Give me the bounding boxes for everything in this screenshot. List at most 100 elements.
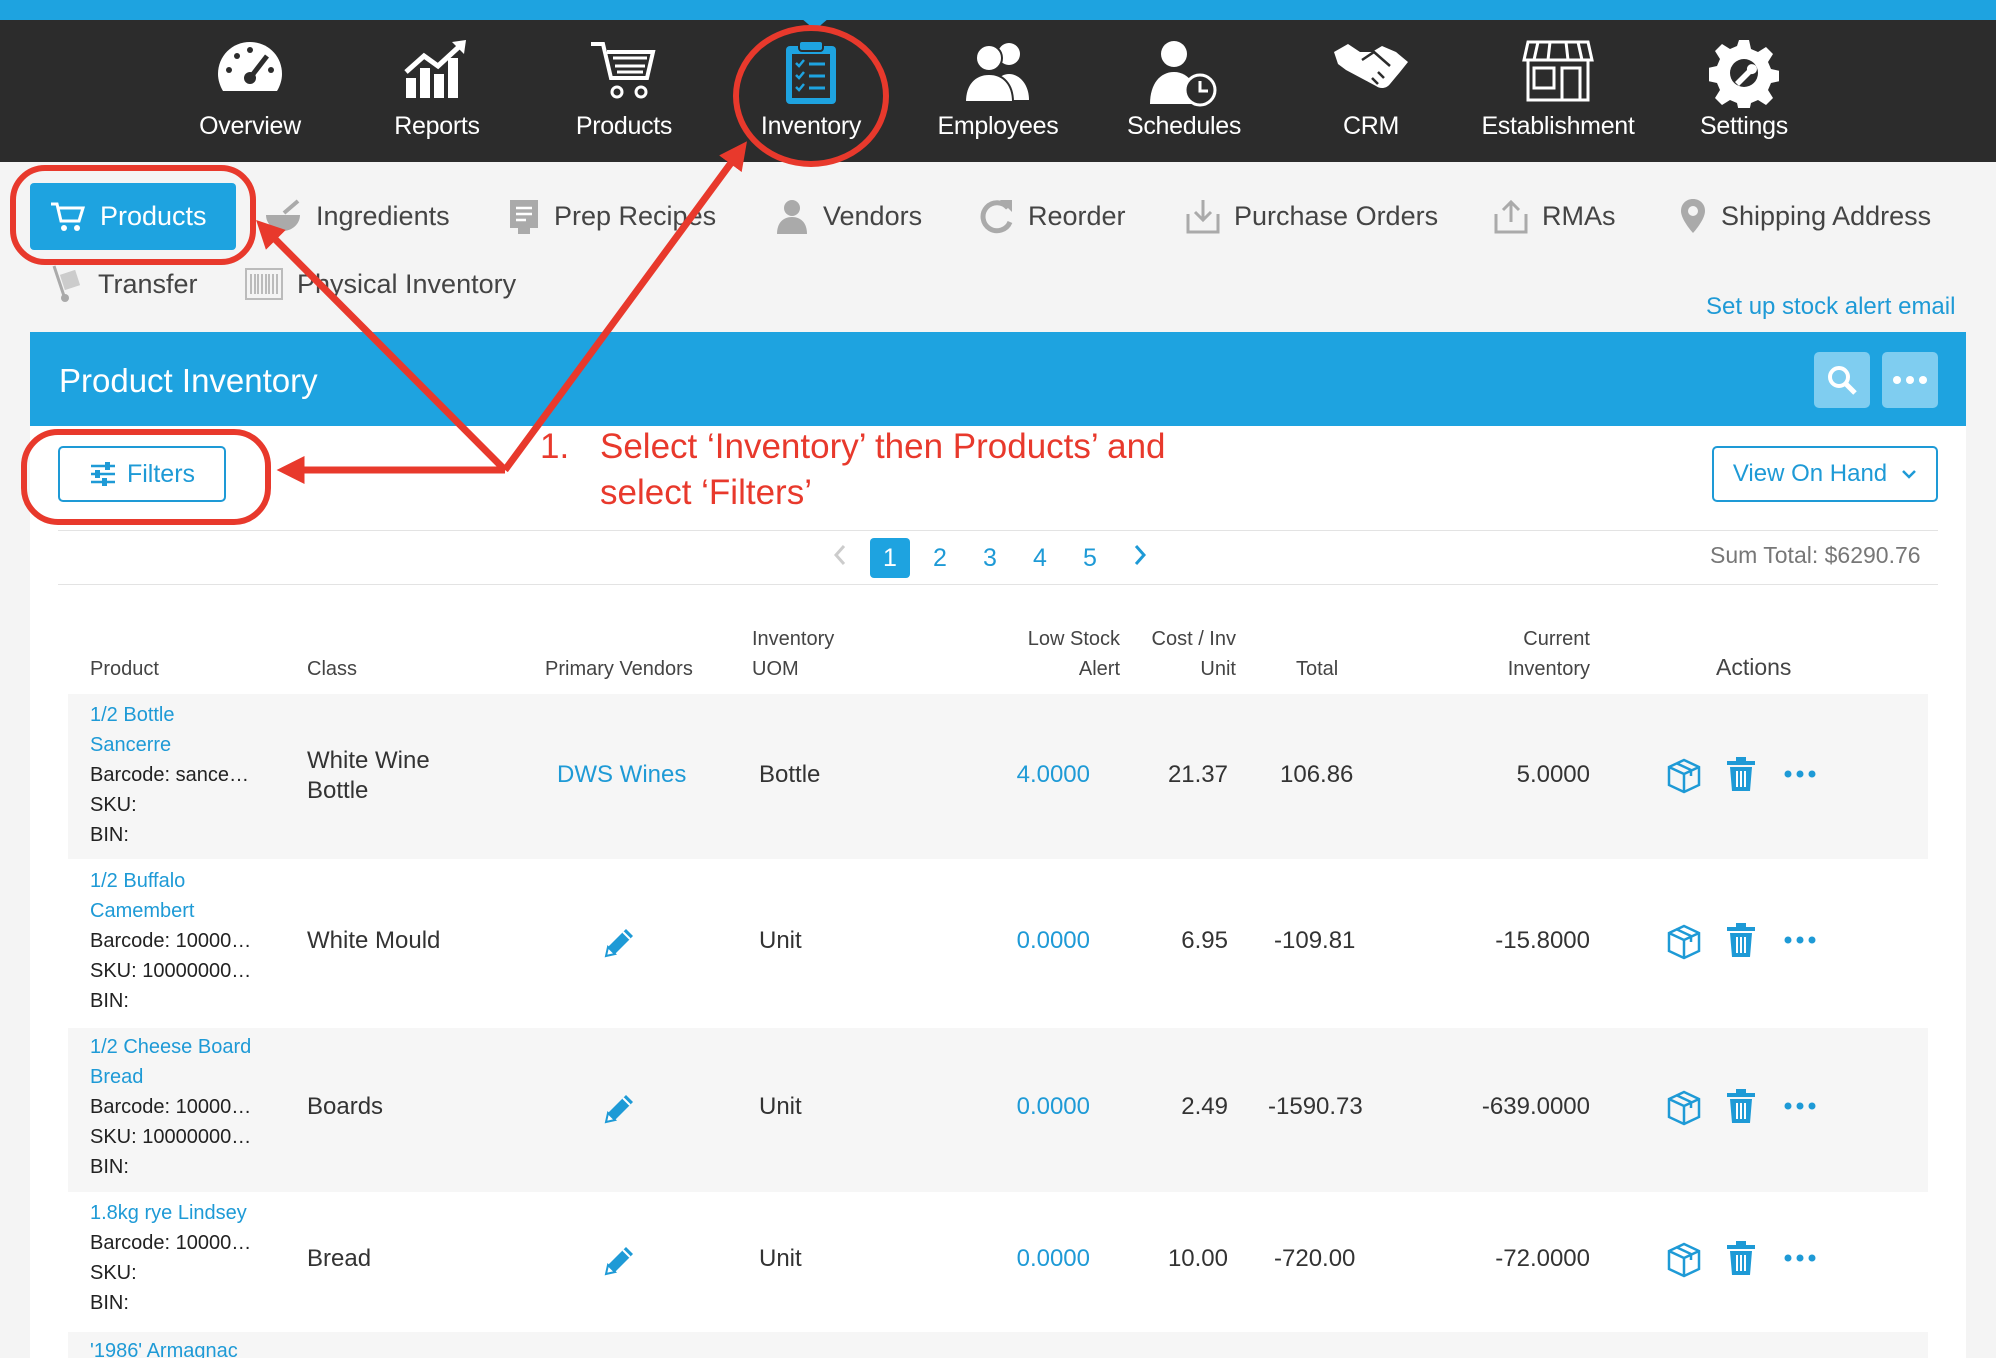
upload-tray-icon <box>1494 199 1528 234</box>
hand-truck-icon <box>52 265 81 302</box>
next-page-button[interactable] <box>1120 538 1160 578</box>
name-line: Bread <box>90 1066 144 1088</box>
nav-establishment[interactable]: Establishment <box>1468 20 1648 162</box>
sku: SKU: 10000000… <box>90 960 252 982</box>
subnav-item-products[interactable]: Products <box>30 183 236 250</box>
row-more-icon[interactable] <box>1784 1102 1816 1110</box>
product-name-link[interactable]: 1/2 Cheese Board Bread <box>90 1032 268 1092</box>
cost-cell: 2.49 <box>1181 1093 1228 1120</box>
row-more-icon[interactable] <box>1784 936 1816 944</box>
row-more-icon[interactable] <box>1784 770 1816 778</box>
col-header-low-stock[interactable]: Low Stock Alert <box>960 624 1120 684</box>
trash-icon[interactable] <box>1726 1240 1756 1276</box>
bin: BIN: <box>90 1156 129 1178</box>
vendor-link[interactable]: DWS Wines <box>557 760 686 790</box>
barcode: Barcode: 10000… <box>90 1232 252 1254</box>
subnav-item-purchase-orders[interactable]: Purchase Orders <box>1186 190 1438 242</box>
low-stock-link[interactable]: 4.0000 <box>948 760 1090 790</box>
box-icon[interactable] <box>1666 924 1702 960</box>
product-name-link[interactable]: 1/2 Buffalo Camembert <box>90 866 268 926</box>
product-name-link[interactable]: '1986' Armagnac <box>90 1336 268 1358</box>
prev-page-button[interactable] <box>820 538 860 578</box>
table-row: '1986' Armagnac <box>68 1332 1928 1358</box>
page-5-button[interactable]: 5 <box>1070 538 1110 578</box>
pencil-icon[interactable] <box>602 1092 636 1126</box>
header-line: Inventory <box>752 628 835 650</box>
header-line: Unit <box>1200 658 1236 680</box>
nav-schedules[interactable]: Schedules <box>1094 20 1274 162</box>
subnav-item-transfer[interactable]: Transfer <box>50 258 198 310</box>
pencil-icon[interactable] <box>602 1244 636 1278</box>
subnav-item-reorder[interactable]: Reorder <box>980 190 1126 242</box>
nav-overview[interactable]: Overview <box>160 20 340 162</box>
more-options-button[interactable] <box>1882 352 1938 408</box>
col-header-total[interactable]: Total <box>1296 654 1338 684</box>
nav-label: Schedules <box>1126 112 1242 140</box>
col-header-primary-vendors[interactable]: Primary Vendors <box>545 654 693 684</box>
product-name-link[interactable]: 1.8kg rye Lindsey <box>90 1198 268 1228</box>
product-name-link[interactable]: 1/2 Bottle Sancerre <box>90 700 268 760</box>
pencil-icon[interactable] <box>602 926 636 960</box>
subnav-item-vendors[interactable]: Vendors <box>775 190 922 242</box>
low-stock-link[interactable]: 0.0000 <box>948 926 1090 956</box>
subnav-item-prep-recipes[interactable]: Prep Recipes <box>508 190 716 242</box>
subnav-item-rmas[interactable]: RMAs <box>1494 190 1616 242</box>
low-stock-link[interactable]: 0.0000 <box>948 1244 1090 1274</box>
subnav-label: Prep Recipes <box>554 200 717 231</box>
subnav-label: Physical Inventory <box>297 268 517 299</box>
trash-icon[interactable] <box>1726 922 1756 958</box>
box-icon[interactable] <box>1666 1090 1702 1126</box>
box-icon[interactable] <box>1666 758 1702 794</box>
search-button[interactable] <box>1814 352 1870 408</box>
low-stock-link[interactable]: 0.0000 <box>948 1092 1090 1122</box>
current-inventory-cell: -15.8000 <box>1495 927 1590 954</box>
filters-button[interactable]: Filters <box>58 446 226 502</box>
name-line: Sancerre <box>90 734 172 756</box>
nav-label: Products <box>575 112 673 140</box>
subnav-label: Products <box>100 201 207 231</box>
view-label: View On Hand <box>1732 460 1888 487</box>
page-3-button[interactable]: 3 <box>970 538 1010 578</box>
view-on-hand-dropdown[interactable]: View On Hand <box>1712 446 1938 502</box>
top-accent-strip <box>0 0 1996 20</box>
col-header-product[interactable]: Product <box>90 654 159 684</box>
page-1-button[interactable]: 1 <box>870 538 910 578</box>
col-header-uom[interactable]: Inventory UOM <box>752 624 834 684</box>
bin: BIN: <box>90 990 129 1012</box>
top-navigation: Overview Reports Products Inventory Empl… <box>0 18 1996 162</box>
nav-products[interactable]: Products <box>534 20 714 162</box>
page-2-button[interactable]: 2 <box>920 538 960 578</box>
nav-employees[interactable]: Employees <box>908 20 1088 162</box>
row-more-icon[interactable] <box>1784 1254 1816 1262</box>
uom-cell: Unit <box>759 1093 802 1120</box>
total-cell: -720.00 <box>1274 1245 1356 1272</box>
handshake-icon <box>1334 44 1408 89</box>
col-header-actions: Actions <box>1716 654 1792 680</box>
bin: BIN: <box>90 1292 129 1314</box>
trash-icon[interactable] <box>1726 1088 1756 1124</box>
stock-alert-email-link[interactable]: Set up stock alert email <box>1706 293 1955 321</box>
col-header-current-inventory[interactable]: Current Inventory <box>1430 624 1590 684</box>
sku: SKU: 10000000… <box>90 1126 252 1148</box>
subnav-label: Shipping Address <box>1721 200 1932 231</box>
nav-label: Reports <box>394 112 480 140</box>
subnav-item-shipping-address[interactable]: Shipping Address <box>1679 190 1931 242</box>
ellipsis-icon <box>1893 376 1927 384</box>
bowl-icon <box>266 199 300 231</box>
nav-settings[interactable]: Settings <box>1654 20 1834 162</box>
nav-reports[interactable]: Reports <box>347 20 527 162</box>
trash-icon[interactable] <box>1726 756 1756 792</box>
cart-icon <box>51 202 86 231</box>
subnav-item-physical-inventory[interactable]: Physical Inventory <box>245 258 516 310</box>
nav-crm[interactable]: CRM <box>1281 20 1461 162</box>
barcode: Barcode: 10000… <box>90 930 252 952</box>
col-header-class[interactable]: Class <box>307 654 357 684</box>
nav-inventory[interactable]: Inventory <box>721 20 901 162</box>
product-cell: '1986' Armagnac <box>90 1336 268 1358</box>
page-4-button[interactable]: 4 <box>1020 538 1060 578</box>
sku: SKU: <box>90 794 137 816</box>
col-header-cost[interactable]: Cost / Inv Unit <box>1140 624 1236 684</box>
table-row: 1/2 Cheese Board Bread Barcode: 10000… SK… <box>68 1028 1928 1192</box>
box-icon[interactable] <box>1666 1242 1702 1278</box>
subnav-item-ingredients[interactable]: Ingredients <box>264 190 450 242</box>
